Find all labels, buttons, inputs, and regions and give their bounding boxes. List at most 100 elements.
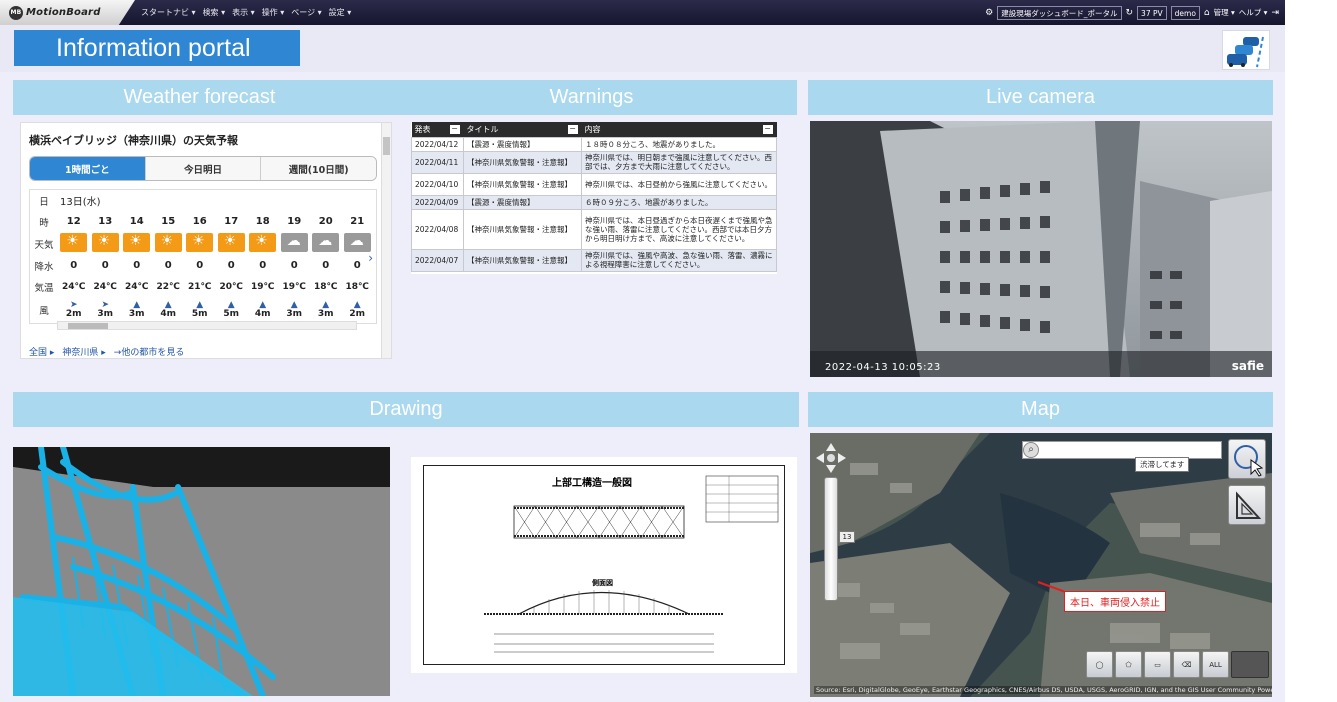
main-menu: スタートナビ ▾ 検索 ▾ 表示 ▾ 操作 ▾ ページ ▾ 設定 ▾ (141, 7, 351, 18)
table-row[interactable]: 2022/04/08 【神奈川県気象警報・注意報】 神奈川県では、本日昼過ぎから本日… (411, 208, 777, 250)
col-header-date[interactable]: 発表 − (411, 122, 464, 137)
bridge-3d-model[interactable] (13, 447, 390, 696)
menu-view[interactable]: 表示 ▾ (232, 7, 255, 18)
condition-cell (58, 232, 90, 255)
satellite-map[interactable]: 13 ⌕ 渋滞してます 本日、車両侵入禁止 ◯ ⬠ ▭ ⌫ ALL Source… (810, 433, 1272, 697)
tab-weekly[interactable]: 週間(10日間) (260, 157, 376, 180)
board-icon[interactable]: ⚙ (985, 8, 993, 18)
cell-content: 神奈川県では、強風や高波、急な強い雨、落雷、濃霧による視程障害に注意してください… (581, 248, 777, 272)
cell-date: 2022/04/09 (411, 194, 464, 210)
temp-cell: 18℃ (345, 281, 369, 292)
sunny-icon (91, 232, 119, 252)
map-section-header: Map (808, 392, 1273, 427)
rain-cell: 0 (196, 260, 204, 271)
map-attribution: Source: Esri, DigitalGlobe, GeoEye, Eart… (814, 686, 1272, 694)
zoom-slider[interactable] (824, 477, 838, 601)
map-search-input[interactable] (1022, 441, 1222, 459)
zoom-level[interactable]: 13 (839, 531, 855, 543)
rain-cell: 0 (133, 260, 141, 271)
refresh-icon[interactable]: ↻ (1126, 8, 1134, 18)
sunny-icon (217, 232, 245, 252)
lasso-tool-icon[interactable]: ◯ (1086, 651, 1113, 678)
menu-settings[interactable]: 設定 ▾ (329, 7, 352, 18)
table-row[interactable]: 2022/04/09 【震源・震度情報】 ６時０９分ころ、地震がありました。 (411, 194, 777, 210)
board-name[interactable]: 建設現場ダッシュボード_ポータル (997, 5, 1122, 20)
wind-cell: ▲ 2m (342, 301, 374, 319)
admin-menu[interactable]: 管理 ▾ (1214, 7, 1235, 18)
tab-today-tomorrow[interactable]: 今日明日 (144, 157, 261, 180)
polygon-tool-icon[interactable]: ⬠ (1115, 651, 1142, 678)
temp-cell: 21℃ (188, 281, 212, 292)
layer-panel-icon[interactable] (1231, 651, 1269, 678)
traffic-cars-icon[interactable] (1222, 30, 1270, 70)
wind-cell: ➤ 2m (58, 301, 90, 319)
condition-cell (90, 232, 122, 255)
user-name[interactable]: demo (1170, 5, 1200, 20)
menu-operation[interactable]: 操作 ▾ (262, 7, 285, 18)
search-icon[interactable]: ⌕ (1023, 442, 1039, 458)
scroll-thumb[interactable] (383, 137, 390, 155)
weather-horizontal-scrollbar[interactable] (57, 321, 357, 330)
link-national[interactable]: 全国 ▸ (29, 345, 54, 358)
map-pan-control[interactable] (816, 443, 846, 473)
cell-content: 神奈川県では、明日朝まで強風に注意してください。西部では、夕方まで大雨に注意して… (581, 150, 777, 174)
warnings-section-header: Warnings (386, 80, 797, 115)
wind-speed: 3m (317, 309, 334, 319)
table-row[interactable]: 2022/04/11 【神奈川県気象警報・注意報】 神奈川県では、明日朝まで強風に注… (411, 150, 777, 174)
rain-cell: 0 (70, 260, 78, 271)
hour-cell: 16 (192, 216, 207, 227)
home-icon[interactable]: ⌂ (1204, 8, 1210, 18)
scroll-thumb[interactable] (68, 323, 108, 329)
tab-hourly[interactable]: 1時間ごと (30, 157, 145, 180)
motionboard-logo[interactable]: MB MotionBoard (0, 0, 135, 25)
camera-timestamp: 2022-04-13 10:05:23 (825, 362, 941, 373)
map-alert-label[interactable]: 本日、車両侵入禁止 (1064, 591, 1166, 612)
drawing-section-header: Drawing (13, 392, 799, 427)
line-tool-icon[interactable]: ▭ (1144, 651, 1171, 678)
map-measure-tool[interactable] (1228, 485, 1266, 525)
cloudy-icon (312, 232, 340, 252)
hour-cell: 12 (66, 216, 81, 227)
menu-page[interactable]: ページ ▾ (291, 7, 321, 18)
help-menu[interactable]: ヘルプ ▾ (1239, 7, 1268, 18)
weather-title: 横浜ベイブリッジ（神奈川県）の天気予報 (29, 134, 238, 147)
table-row[interactable]: 2022/04/07 【神奈川県気象警報・注意報】 神奈川県では、強風や高波、急な強… (411, 248, 777, 272)
condition-cell (216, 232, 248, 255)
logout-icon[interactable]: ⇥ (1271, 8, 1279, 18)
wind-cell: ▲ 3m (310, 301, 342, 319)
link-kanagawa[interactable]: 神奈川県 ▸ (62, 345, 105, 358)
weather-row-rain: 降水 0000000000 (30, 255, 376, 276)
wind-speed: 2m (65, 309, 82, 319)
table-row[interactable]: 2022/04/10 【神奈川県気象警報・注意報】 神奈川県では、本日昼前から強風に… (411, 172, 777, 196)
sunny-icon (60, 232, 88, 252)
weather-table: 日 13日(水) 時 12 13 14 15 16 17 18 19 20 21 天気 降水 0 0… (29, 189, 377, 324)
col-title-label: タイトル (466, 124, 499, 134)
live-camera-feed[interactable]: 2022-04-13 10:05:23 safie (810, 121, 1272, 377)
wind-speed: 4m (160, 309, 177, 319)
weather-vertical-scrollbar[interactable] (381, 123, 391, 358)
link-other-cities[interactable]: →他の都市を見る (114, 345, 185, 358)
safie-logo: safie (1231, 359, 1264, 373)
hour-cell: 20 (318, 216, 333, 227)
collapse-icon[interactable]: − (449, 125, 460, 134)
page-views: 37 PV (1137, 5, 1167, 20)
wind-speed: 3m (128, 309, 145, 319)
col-header-content[interactable]: 内容 − (581, 122, 777, 137)
wind-speed: 4m (254, 309, 271, 319)
collapse-icon[interactable]: − (567, 125, 578, 134)
menu-search[interactable]: 検索 ▾ (203, 7, 226, 18)
collapse-icon[interactable]: − (762, 125, 773, 134)
cell-content: 神奈川県では、本日昼過ぎから本日夜遅くまで強風や急な強い雨、落雷に注意してくださ… (581, 208, 777, 250)
rain-cell: 0 (322, 260, 330, 271)
eraser-tool-icon[interactable]: ⌫ (1173, 651, 1200, 678)
table-row[interactable]: 2022/04/12 【震源・震度情報】 １８時０８分ころ、地震がありました。 (411, 136, 777, 152)
camera-section-header: Live camera (808, 80, 1273, 115)
col-header-title[interactable]: タイトル − (463, 122, 582, 137)
clear-all-button[interactable]: ALL (1202, 651, 1229, 678)
rain-cell: 0 (227, 260, 235, 271)
chevron-right-icon[interactable]: › (368, 251, 373, 265)
weather-row-day: 日 13日(水) (30, 190, 376, 211)
structure-drawing[interactable]: 上部工構造一般図 側面図 (411, 457, 797, 673)
map-circle-tool[interactable] (1228, 439, 1266, 479)
menu-start-navi[interactable]: スタートナビ ▾ (141, 7, 196, 18)
